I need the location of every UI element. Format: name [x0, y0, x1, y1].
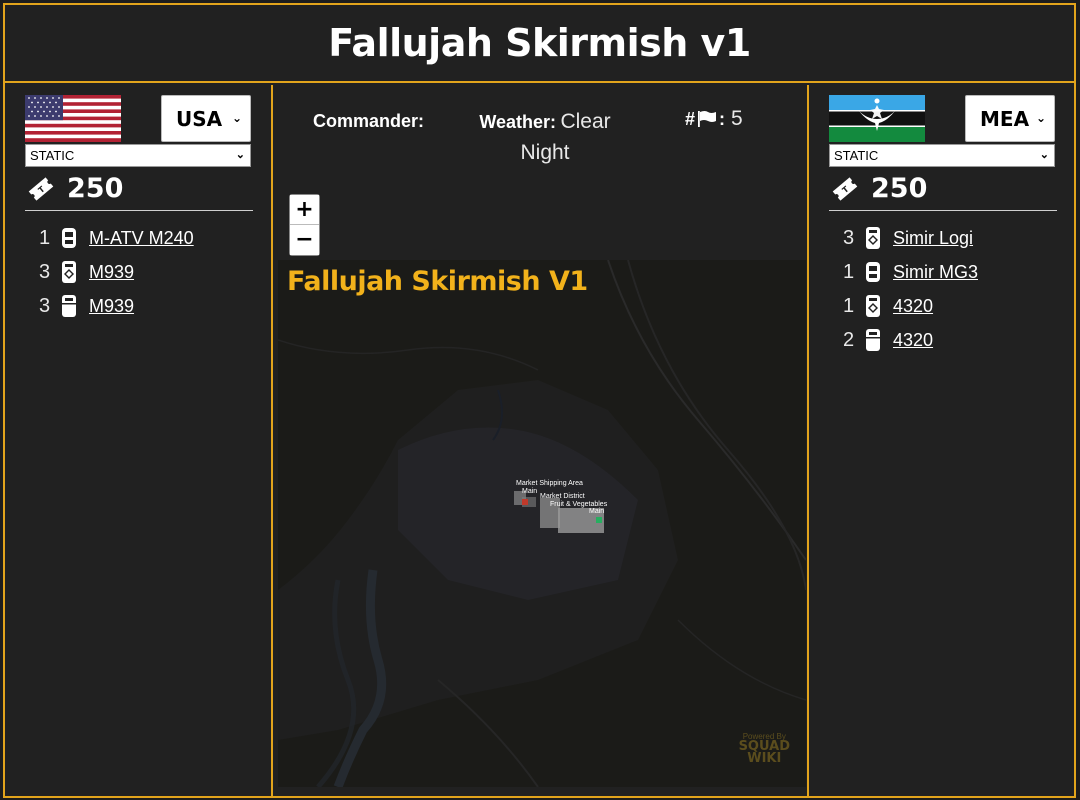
poi-label: Main [522, 488, 538, 495]
vehicle-count: 3 [39, 260, 51, 283]
vehicle-link[interactable]: Simir MG3 [893, 262, 978, 283]
flag-count-info: # : 5 [685, 107, 743, 131]
weather-info: Weather: Clear Night [475, 107, 615, 169]
vehicle-link[interactable]: M939 [89, 296, 134, 317]
ticket-icon: T [28, 176, 54, 201]
vehicle-count: 2 [843, 328, 855, 351]
vehicle-count: 1 [843, 294, 855, 317]
vehicle-link[interactable]: 4320 [893, 296, 933, 317]
left-tickets-value: 250 [67, 173, 124, 204]
vehicle-link[interactable]: M-ATV M240 [89, 228, 194, 249]
left-vehicle-list: 1 M-ATV M240 3 M939 3 M939 [39, 221, 194, 323]
flag-icon [698, 111, 717, 127]
vehicle-count: 1 [39, 226, 51, 249]
vehicle-count: 3 [39, 294, 51, 317]
chevron-down-icon: ⌄ [1035, 111, 1046, 125]
vehicle-link[interactable]: Simir Logi [893, 228, 973, 249]
list-item: 1 Simir MG3 [843, 255, 978, 289]
layer-info: Commander: Weather: Clear Night # : 5 [275, 107, 807, 167]
poi-label: Fruit & Vegetables [550, 501, 608, 508]
commander-label: Commander: [313, 111, 425, 131]
mea-flag-icon [829, 95, 925, 142]
divider [829, 210, 1057, 211]
left-team-panel: USA ⌄ STATIC ⌄ T 250 1 M-ATV M240 3 M939 [5, 85, 273, 796]
list-item: 3 M939 [39, 289, 194, 323]
right-faction-select[interactable]: MEA ⌄ [965, 95, 1055, 142]
poi-label: Market District [540, 493, 585, 500]
weather-label: Weather: [479, 112, 557, 132]
list-item: 3 Simir Logi [843, 221, 978, 255]
squad-wiki-watermark: Powered By SQUAD WIKI [739, 732, 790, 765]
map-terrain [278, 260, 806, 787]
poi-label: Main [589, 508, 605, 515]
app-frame: Fallujah Skirmish v1 USA ⌄ STATIC ⌄ T 25… [3, 3, 1076, 798]
map-panel: Commander: Weather: Clear Night # : 5 + … [275, 85, 807, 796]
flags-prefix: # [685, 108, 696, 129]
left-mode-value: STATIC [30, 148, 75, 163]
left-faction-select[interactable]: USA ⌄ [161, 95, 251, 142]
right-tickets-value: 250 [871, 173, 928, 204]
chevron-down-icon: ⌄ [1039, 149, 1049, 161]
poi-label: Market Shipping Area [516, 480, 583, 487]
zoom-in-button[interactable]: + [290, 195, 319, 225]
list-item: 1 M-ATV M240 [39, 221, 194, 255]
page-title: Fallujah Skirmish v1 [328, 21, 751, 65]
vehicle-count: 3 [843, 226, 855, 249]
commander-info: Commander: [313, 109, 424, 133]
vehicle-count: 1 [843, 260, 855, 283]
chevron-down-icon: ⌄ [235, 149, 245, 161]
vehicle-link[interactable]: 4320 [893, 330, 933, 351]
vehicle-link[interactable]: M939 [89, 262, 134, 283]
flags-value: 5 [731, 107, 743, 130]
logistics-truck-icon [62, 261, 76, 283]
logistics-truck-icon [866, 295, 880, 317]
logistics-truck-icon [866, 227, 880, 249]
header: Fallujah Skirmish v1 [5, 5, 1074, 83]
zoom-out-button[interactable]: − [290, 225, 319, 255]
map-view[interactable]: Fallujah Skirmish V1 Market Shipping Are… [278, 260, 806, 787]
map-title: Fallujah Skirmish V1 [287, 266, 588, 297]
right-faction-value: MEA [980, 106, 1030, 131]
left-tickets: T 250 [27, 173, 123, 204]
right-team-panel: MEA ⌄ STATIC ⌄ T 250 3 Simir Logi 1 Simi… [807, 85, 1074, 796]
right-mode-value: STATIC [834, 148, 879, 163]
chevron-down-icon: ⌄ [231, 111, 242, 125]
left-mode-select[interactable]: STATIC ⌄ [25, 144, 251, 167]
list-item: 1 4320 [843, 289, 978, 323]
usa-flag-icon [25, 95, 121, 142]
left-faction-value: USA [176, 106, 223, 131]
watermark-big2: WIKI [747, 751, 782, 766]
right-vehicle-list: 3 Simir Logi 1 Simir MG3 1 4320 2 4320 [843, 221, 978, 357]
zoom-controls: + − [289, 194, 320, 256]
ticket-icon: T [832, 176, 858, 201]
transport-truck-icon [866, 329, 880, 351]
right-mode-select[interactable]: STATIC ⌄ [829, 144, 1055, 167]
wheeled-vehicle-icon [866, 262, 880, 282]
transport-truck-icon [62, 295, 76, 317]
list-item: 2 4320 [843, 323, 978, 357]
flags-colon: : [719, 108, 726, 129]
right-tickets: T 250 [831, 173, 927, 204]
list-item: 3 M939 [39, 255, 194, 289]
wheeled-vehicle-icon [62, 228, 76, 248]
divider [25, 210, 253, 211]
